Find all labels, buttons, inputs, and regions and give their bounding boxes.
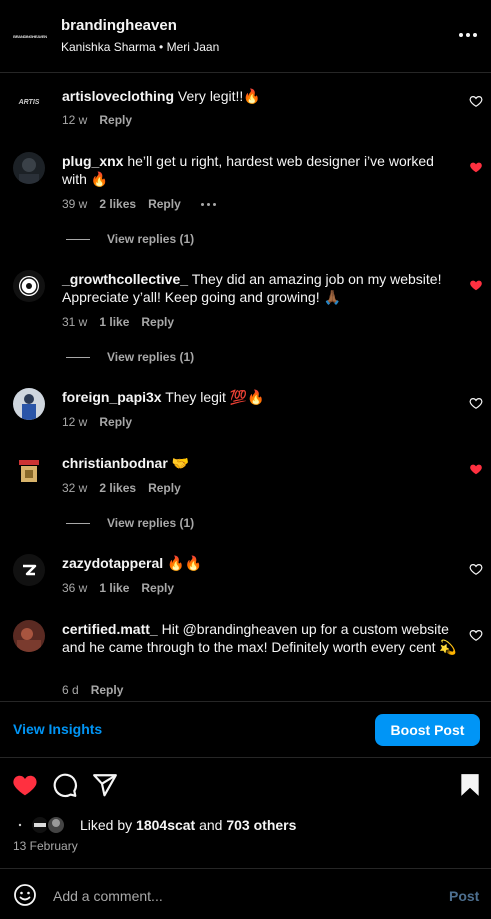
like-comment-icon[interactable] xyxy=(469,628,483,642)
comment-likes[interactable]: 2 likes xyxy=(99,481,136,495)
view-replies-button[interactable]: View replies (1) xyxy=(66,232,194,246)
comment-username[interactable]: certified.matt_ xyxy=(62,621,158,637)
share-icon[interactable] xyxy=(92,772,118,798)
like-comment-icon[interactable] xyxy=(469,562,483,576)
reply-button[interactable]: Reply xyxy=(141,315,174,329)
comment-body: They legit 💯🔥 xyxy=(165,389,265,405)
comment-more-icon[interactable] xyxy=(200,202,216,206)
reply-button[interactable]: Reply xyxy=(99,415,132,429)
comment-time[interactable]: 12 w xyxy=(62,113,87,127)
emoji-icon[interactable] xyxy=(13,883,37,907)
comment-time[interactable]: 36 w xyxy=(62,581,87,595)
comment-body: Very legit!!🔥 xyxy=(177,88,261,104)
comment-username[interactable]: _growthcollective_ xyxy=(62,271,188,287)
comment-meta: 39 w 2 likes Reply xyxy=(62,197,216,211)
likes-summary: Liked by 1804scat and 703 others xyxy=(12,814,296,836)
comment-text: plug_xnx he’ll get u right, hardest web … xyxy=(62,152,458,188)
comment-username[interactable]: artisloveclothing xyxy=(62,88,174,104)
add-comment-input[interactable]: Add a comment... xyxy=(53,888,163,904)
reply-button[interactable]: Reply xyxy=(148,481,181,495)
view-replies-label: View replies (1) xyxy=(107,350,195,364)
reply-button[interactable]: Reply xyxy=(141,581,174,595)
post-header: BRANDINGHEAVEN brandingheaven Kanishka S… xyxy=(0,0,491,73)
comment-time[interactable]: 31 w xyxy=(62,315,87,329)
liker-avatars[interactable] xyxy=(12,814,70,836)
more-icon xyxy=(459,33,477,37)
comment-username[interactable]: plug_xnx xyxy=(62,153,123,169)
like-comment-icon[interactable] xyxy=(469,396,483,410)
comment-text: artisloveclothing Very legit!!🔥 xyxy=(62,87,458,105)
comment-meta: 31 w 1 like Reply xyxy=(62,315,174,329)
post-comment-button[interactable]: Post xyxy=(449,888,479,904)
post-date[interactable]: 13 February xyxy=(13,839,78,853)
saved-bookmark-icon[interactable] xyxy=(457,772,483,798)
view-replies-button[interactable]: View replies (1) xyxy=(66,516,194,530)
liked-comment-icon[interactable] xyxy=(469,160,483,174)
liker-username[interactable]: 1804scat xyxy=(136,817,195,833)
replies-line xyxy=(66,522,90,524)
divider xyxy=(0,757,491,758)
comment-meta: 12 w Reply xyxy=(62,113,132,127)
add-comment-bar: Add a comment... Post xyxy=(0,873,491,919)
comment-time[interactable]: 12 w xyxy=(62,415,87,429)
view-replies-label: View replies (1) xyxy=(107,232,195,246)
avatar[interactable] xyxy=(13,388,45,420)
boost-post-button[interactable]: Boost Post xyxy=(375,714,480,746)
like-comment-icon[interactable] xyxy=(469,94,483,108)
liked-comment-icon[interactable] xyxy=(469,278,483,292)
comment-text: zazydotapperal 🔥🔥 xyxy=(62,554,458,572)
comment-time[interactable]: 32 w xyxy=(62,481,87,495)
comment-icon[interactable] xyxy=(52,772,78,798)
account-username[interactable]: brandingheaven xyxy=(61,17,177,34)
divider xyxy=(0,868,491,869)
comment-time[interactable]: 39 w xyxy=(62,197,87,211)
comment-meta: 36 w 1 like Reply xyxy=(62,581,174,595)
avatar[interactable] xyxy=(13,270,45,302)
audio-subtitle[interactable]: Kanishka Sharma • Meri Jaan xyxy=(61,40,219,54)
reply-button[interactable]: Reply xyxy=(148,197,181,211)
comment-text: certified.matt_ Hit @brandingheaven up f… xyxy=(62,620,458,656)
comment-text: christianbodnar 🤝 xyxy=(62,454,458,472)
avatar[interactable]: ARTIS xyxy=(13,85,45,117)
replies-line xyxy=(66,356,90,358)
comment-meta: 12 w Reply xyxy=(62,415,132,429)
comment-meta: 32 w 2 likes Reply xyxy=(62,481,181,495)
comment-username[interactable]: foreign_papi3x xyxy=(62,389,162,405)
likes-others-link[interactable]: 703 others xyxy=(226,817,296,833)
more-options-button[interactable] xyxy=(458,25,478,45)
comment-username[interactable]: christianbodnar xyxy=(62,455,168,471)
comment-body: 🤝 xyxy=(171,455,190,471)
comment-meta: 6 d Reply xyxy=(62,683,123,697)
view-replies-button[interactable]: View replies (1) xyxy=(66,350,194,364)
reply-button[interactable]: Reply xyxy=(99,113,132,127)
liked-comment-icon[interactable] xyxy=(469,462,483,476)
replies-line xyxy=(66,238,90,240)
comment-body: 🔥🔥 xyxy=(167,555,202,571)
comment-text: foreign_papi3x They legit 💯🔥 xyxy=(62,388,458,406)
liked-heart-icon[interactable] xyxy=(12,772,38,798)
avatar[interactable] xyxy=(13,152,45,184)
comment-likes[interactable]: 1 like xyxy=(99,315,129,329)
likes-text: Liked by 1804scat and 703 others xyxy=(80,817,296,833)
account-avatar[interactable]: BRANDINGHEAVEN xyxy=(12,22,48,50)
comment-text: _growthcollective_ They did an amazing j… xyxy=(62,270,458,306)
avatar[interactable] xyxy=(13,454,45,486)
avatar[interactable] xyxy=(13,554,45,586)
comment-time[interactable]: 6 d xyxy=(62,683,79,697)
avatar[interactable] xyxy=(13,620,45,652)
comment-likes[interactable]: 2 likes xyxy=(99,197,136,211)
logo-text: BRANDINGHEAVEN xyxy=(13,33,47,39)
svg-text:ARTIS: ARTIS xyxy=(18,99,40,106)
likes-middle: and xyxy=(195,817,227,833)
comment-likes[interactable]: 1 like xyxy=(99,581,129,595)
reply-button[interactable]: Reply xyxy=(91,683,124,697)
view-insights-link[interactable]: View Insights xyxy=(13,721,102,737)
likes-prefix: Liked by xyxy=(80,817,137,833)
divider xyxy=(0,701,491,702)
comment-username[interactable]: zazydotapperal xyxy=(62,555,163,571)
view-replies-label: View replies (1) xyxy=(107,516,195,530)
